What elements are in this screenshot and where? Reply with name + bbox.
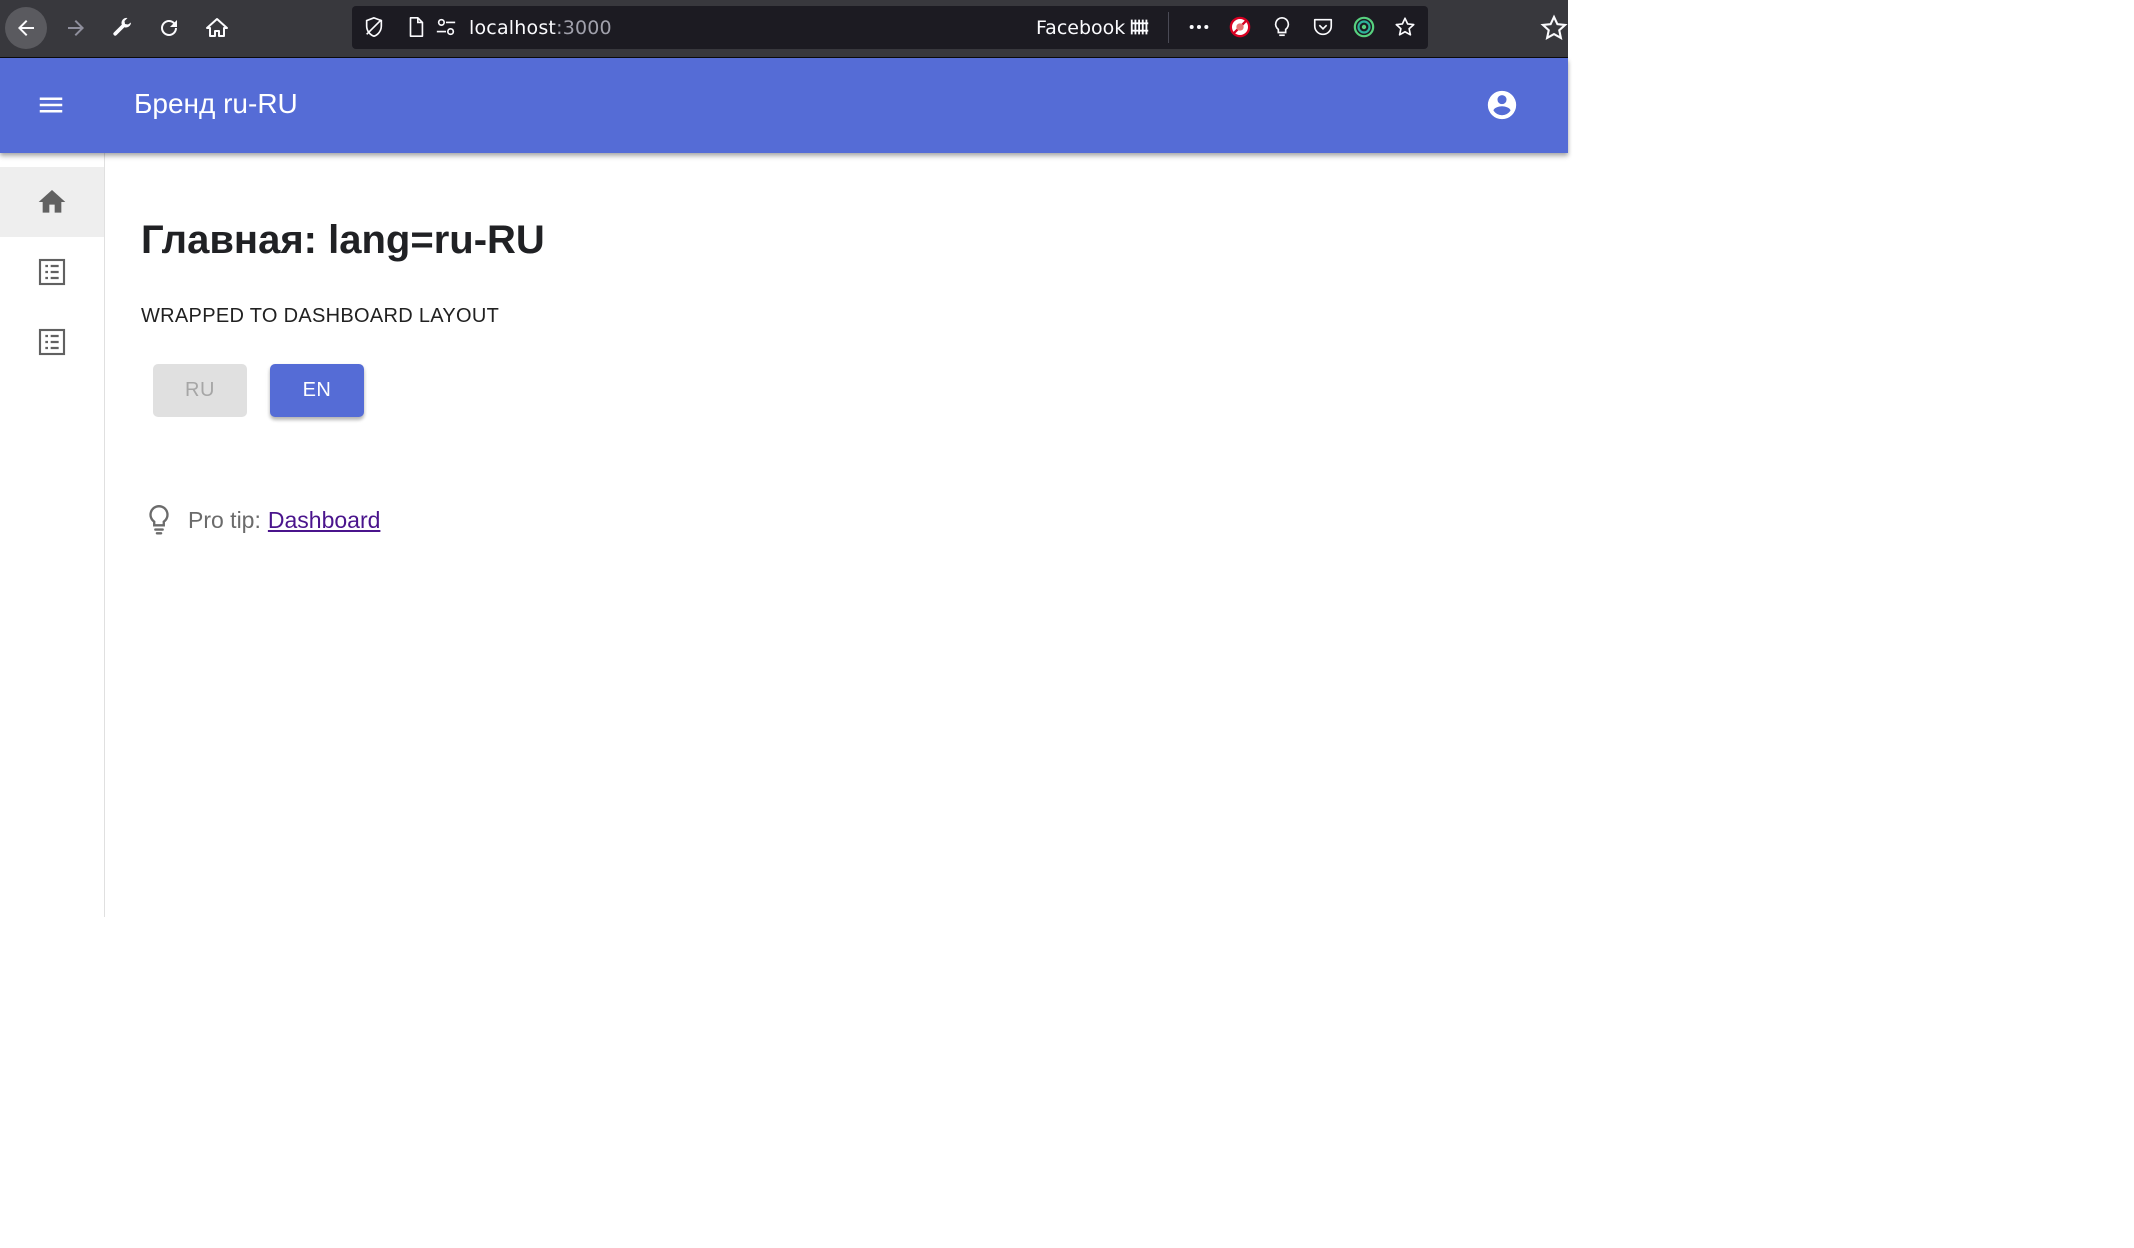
layout-subtitle: WRAPPED TO DASHBOARD LAYOUT bbox=[141, 305, 500, 327]
dashboard-link[interactable]: Dashboard bbox=[268, 507, 381, 534]
account-circle-icon bbox=[1487, 90, 1517, 120]
pro-tip: Pro tip: Dashboard bbox=[146, 502, 380, 538]
sidebar bbox=[0, 153, 105, 917]
reload-button[interactable] bbox=[148, 7, 190, 49]
hamburger-menu-icon bbox=[39, 97, 63, 113]
more-icon[interactable] bbox=[1187, 15, 1211, 39]
url-text[interactable]: localhost:3000 bbox=[469, 17, 612, 39]
facebook-container-label[interactable]: Facebook bbox=[1036, 17, 1125, 39]
permissions-icon[interactable] bbox=[434, 15, 458, 39]
sidebar-item-list-2[interactable] bbox=[0, 307, 104, 377]
back-button[interactable] bbox=[5, 7, 47, 49]
wrench-icon bbox=[113, 17, 131, 36]
account-button[interactable] bbox=[1478, 81, 1526, 129]
menu-button[interactable] bbox=[27, 81, 75, 129]
pocket-icon[interactable] bbox=[1311, 15, 1335, 39]
target-extension-icon[interactable] bbox=[1352, 15, 1376, 39]
tracking-shield-icon[interactable] bbox=[362, 15, 386, 39]
page-icon[interactable] bbox=[404, 15, 428, 39]
facebook-container-text: Facebook bbox=[1036, 17, 1126, 39]
page-title: Главная: lang=ru-RU bbox=[141, 218, 545, 262]
pro-tip-prefix: Pro tip: bbox=[188, 506, 261, 533]
tools-button[interactable] bbox=[101, 7, 143, 49]
home-icon bbox=[206, 18, 228, 37]
forward-button[interactable] bbox=[55, 7, 97, 49]
url-port: :3000 bbox=[556, 17, 612, 39]
sidebar-item-home[interactable] bbox=[0, 167, 104, 237]
facebook-container-icon[interactable] bbox=[1128, 15, 1152, 39]
app-bar: Бренд ru-RU bbox=[0, 58, 1568, 153]
home-button[interactable] bbox=[196, 7, 238, 49]
lang-en-button[interactable]: EN bbox=[270, 364, 364, 417]
list-icon bbox=[38, 258, 66, 286]
forward-arrow-icon bbox=[68, 20, 84, 36]
address-bar[interactable]: localhost:3000 Facebook bbox=[352, 6, 1428, 49]
bookmark-star-icon[interactable] bbox=[1393, 15, 1417, 39]
url-host: localhost bbox=[469, 17, 557, 39]
lang-ru-button[interactable]: RU bbox=[153, 364, 247, 417]
sidebar-item-list-1[interactable] bbox=[0, 237, 104, 307]
browser-toolbar: localhost:3000 Facebook bbox=[0, 0, 1568, 58]
lightbulb-icon bbox=[146, 503, 172, 537]
extensions-icon[interactable] bbox=[1540, 14, 1568, 42]
url-separator bbox=[1168, 12, 1169, 43]
blocked-extension-icon[interactable] bbox=[1228, 15, 1252, 39]
lightbulb-icon[interactable] bbox=[1270, 15, 1294, 39]
list-icon bbox=[38, 328, 66, 356]
reload-icon bbox=[161, 20, 177, 36]
brand-title: Бренд ru-RU bbox=[134, 88, 298, 119]
back-arrow-icon bbox=[18, 20, 34, 36]
home-icon bbox=[38, 190, 66, 213]
